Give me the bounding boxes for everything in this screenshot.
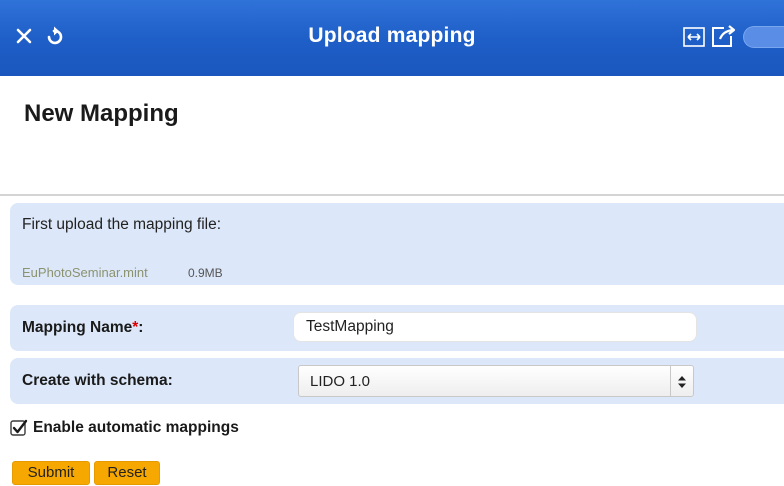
reset-button[interactable]: Reset — [94, 461, 160, 485]
divider — [0, 194, 784, 196]
uploaded-file-size: 0.9MB — [188, 266, 223, 280]
select-divider — [670, 366, 671, 396]
expand-icon[interactable] — [683, 27, 705, 47]
auto-mappings-checkbox[interactable] — [10, 419, 28, 437]
schema-selected-value: LIDO 1.0 — [310, 373, 371, 390]
mapping-name-row: Mapping Name*: — [10, 305, 784, 351]
select-arrows-icon — [676, 374, 688, 390]
uploaded-file-name[interactable]: EuPhotoSeminar.mint — [22, 265, 148, 280]
window-title: Upload mapping — [308, 24, 476, 47]
title-bar: Upload mapping — [0, 0, 784, 76]
schema-select[interactable]: LIDO 1.0 — [298, 365, 694, 397]
auto-mappings-row: Enable automatic mappings — [10, 416, 239, 440]
page-title: New Mapping — [24, 100, 179, 127]
auto-mappings-label: Enable automatic mappings — [33, 419, 239, 436]
mapping-name-label: Mapping Name*: — [22, 319, 143, 337]
export-icon[interactable] — [711, 24, 737, 48]
label-colon: : — [138, 319, 144, 336]
toggle-switch[interactable] — [743, 26, 784, 48]
upload-label: First upload the mapping file: — [22, 216, 222, 233]
schema-row: Create with schema: LIDO 1.0 — [10, 358, 784, 404]
mapping-name-input[interactable] — [293, 312, 697, 342]
schema-label: Create with schema: — [22, 372, 173, 389]
upload-panel: First upload the mapping file: EuPhotoSe… — [10, 203, 784, 285]
mapping-name-label-text: Mapping Name — [22, 319, 133, 336]
submit-button[interactable]: Submit — [12, 461, 90, 485]
